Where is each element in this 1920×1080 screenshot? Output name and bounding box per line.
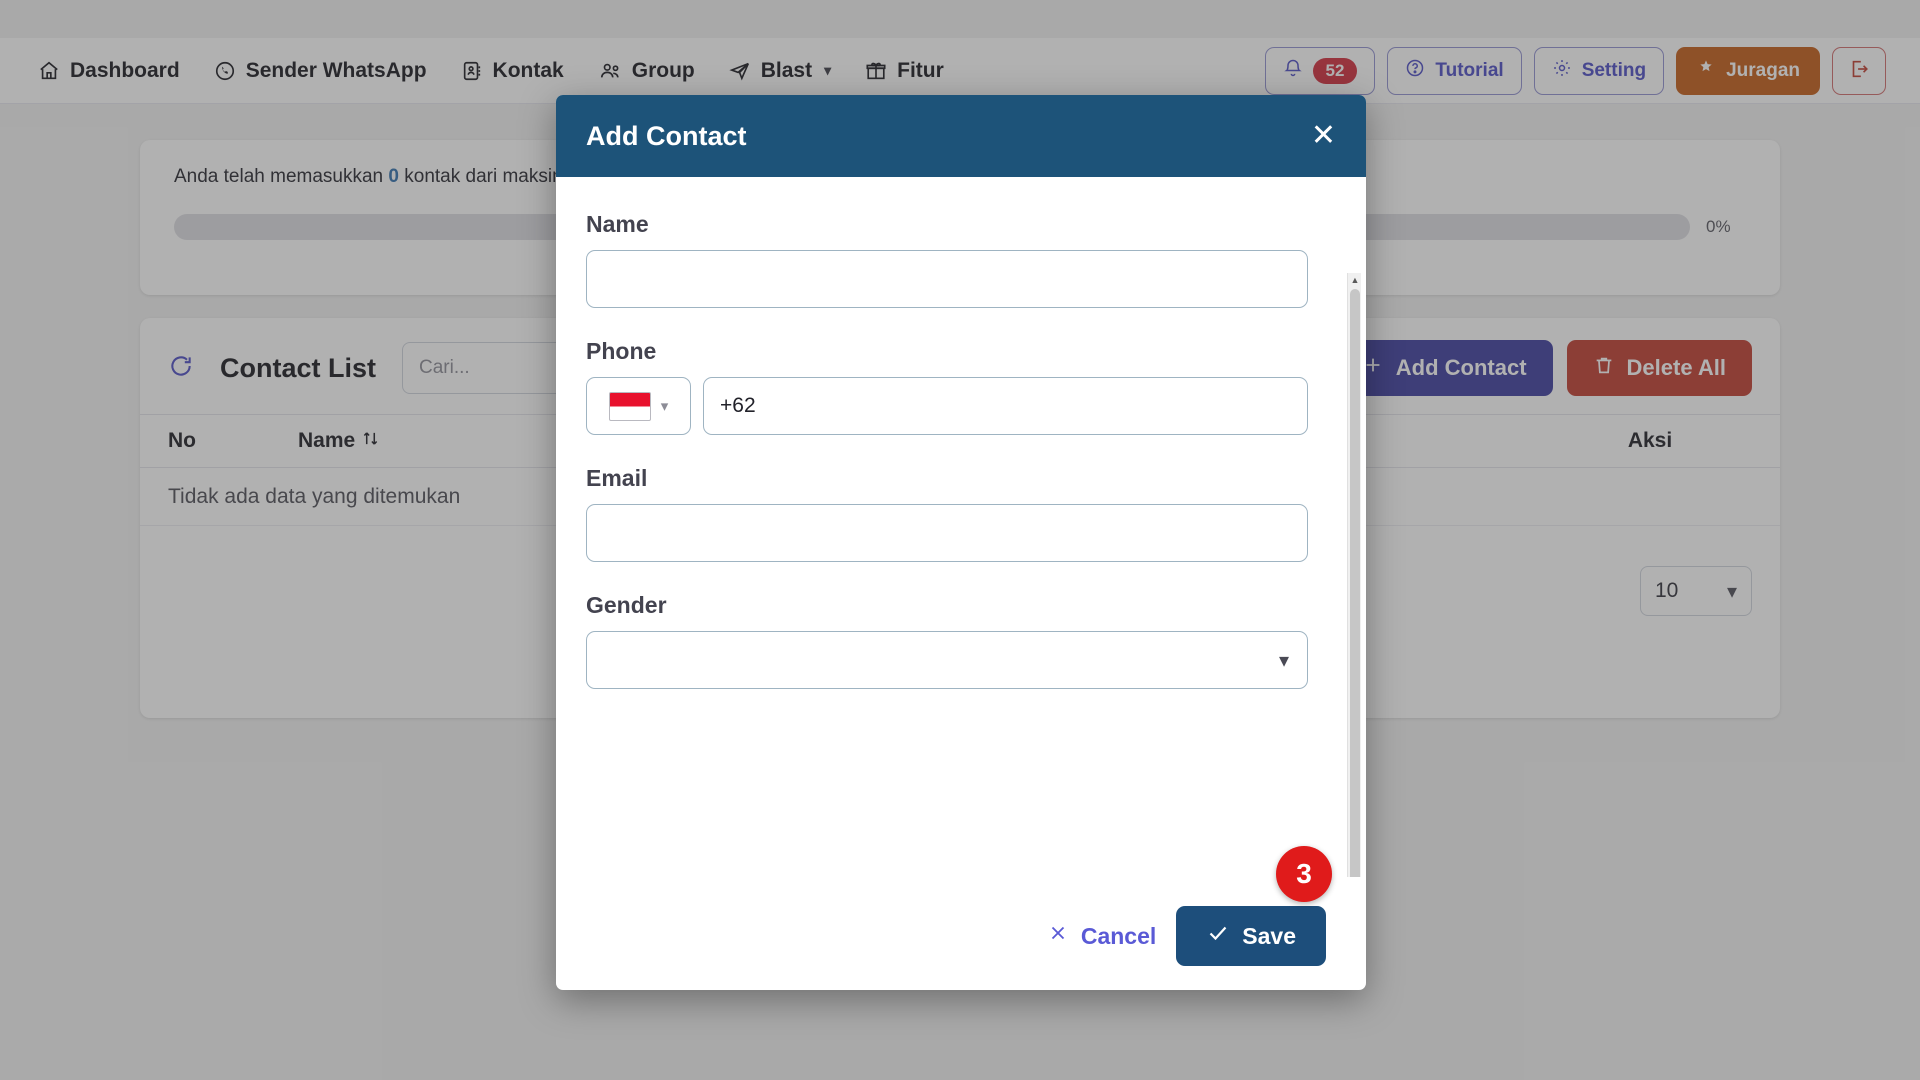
field-phone: Phone ▾ xyxy=(586,338,1336,435)
field-gender: Gender ▾ xyxy=(586,592,1336,689)
phone-input[interactable] xyxy=(703,377,1308,435)
phone-row: ▾ xyxy=(586,377,1336,435)
save-label: Save xyxy=(1242,922,1296,949)
modal-footer: Cancel Save 3 xyxy=(556,846,1366,990)
cancel-button[interactable]: Cancel xyxy=(1047,922,1156,950)
field-email: Email xyxy=(586,465,1336,562)
name-input[interactable] xyxy=(586,250,1308,308)
check-icon xyxy=(1206,921,1230,951)
scrollbar-thumb[interactable] xyxy=(1350,289,1360,877)
field-label-name: Name xyxy=(586,211,649,237)
step-badge: 3 xyxy=(1276,846,1332,902)
field-label-email: Email xyxy=(586,465,648,491)
close-x-icon xyxy=(1047,922,1069,950)
field-label-phone: Phone xyxy=(586,338,657,364)
chevron-down-icon: ▾ xyxy=(1278,649,1289,672)
email-input[interactable] xyxy=(586,504,1308,562)
modal-header: Add Contact ✕ xyxy=(556,95,1366,177)
modal-scrollbar[interactable]: ▲ ▼ xyxy=(1347,273,1361,877)
country-code-select[interactable]: ▾ xyxy=(586,377,691,435)
gender-select[interactable]: ▾ xyxy=(586,631,1308,689)
screen: Dashboard Sender WhatsApp Kontak Group B… xyxy=(0,0,1920,1080)
close-icon[interactable]: ✕ xyxy=(1311,121,1336,151)
field-name: Name xyxy=(586,211,1336,308)
save-button[interactable]: Save xyxy=(1176,906,1326,966)
indonesia-flag-icon xyxy=(608,391,651,421)
add-contact-modal: Add Contact ✕ Name Phone ▾ Email xyxy=(556,95,1366,990)
scroll-up-icon[interactable]: ▲ xyxy=(1348,273,1362,287)
cancel-label: Cancel xyxy=(1080,922,1157,949)
modal-body: Name Phone ▾ Email Gender xyxy=(556,177,1366,877)
chevron-down-icon: ▾ xyxy=(660,398,669,415)
modal-title: Add Contact xyxy=(586,120,747,151)
field-label-gender: Gender xyxy=(586,592,667,618)
